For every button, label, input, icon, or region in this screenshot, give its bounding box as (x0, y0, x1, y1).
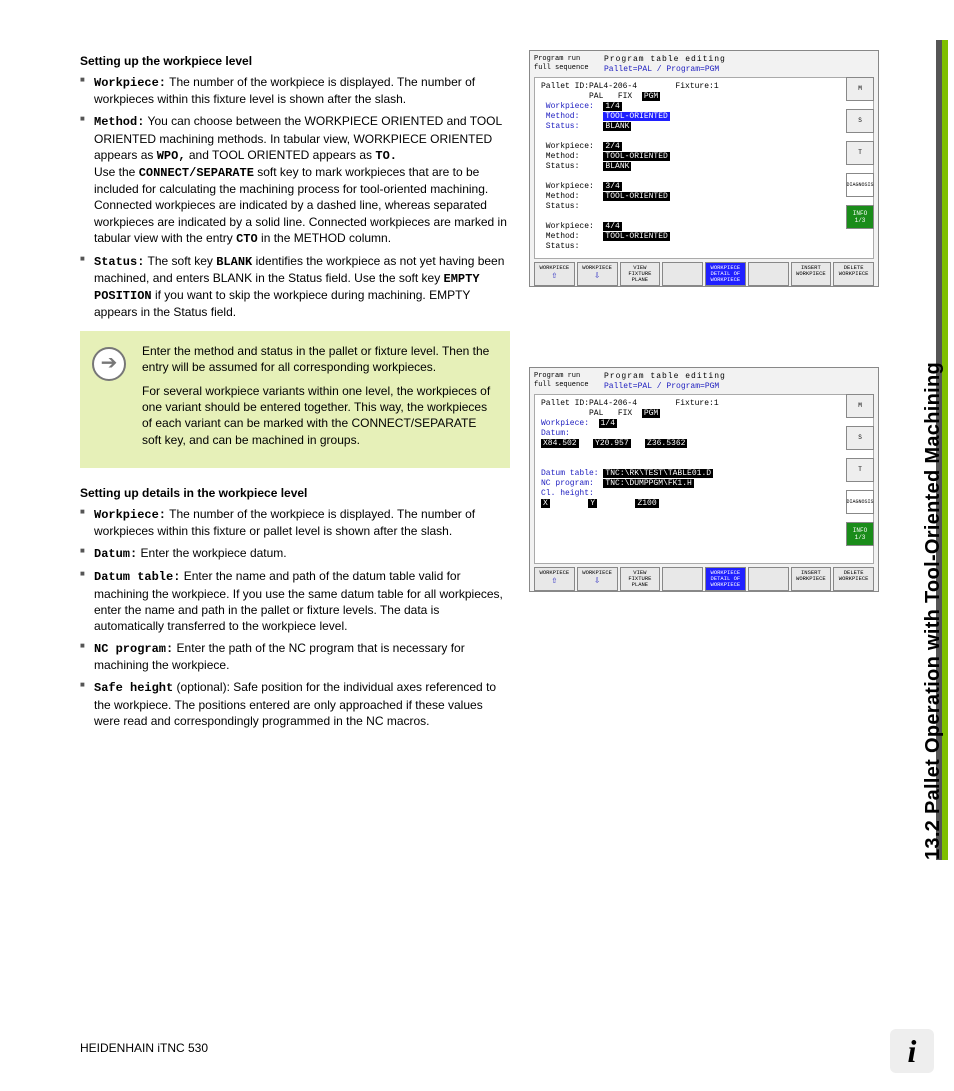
item-label: Status: (94, 255, 144, 269)
list-item: Method: You can choose between the WORKP… (80, 113, 510, 247)
softkey[interactable]: WORKPIECE⇩ (577, 262, 618, 286)
panel-body: Pallet ID:PAL4-206-4 Fixture:1 PAL FIX P… (534, 394, 874, 564)
softkey[interactable]: WORKPIECEDETAIL OFWORKPIECE (705, 262, 746, 286)
softkey[interactable] (748, 567, 789, 591)
section1-list: Workpiece: The number of the workpiece i… (80, 74, 510, 321)
method-line: Method: TOOL-ORIENTED (541, 192, 841, 202)
palfix-line: PAL FIX PGM (541, 92, 841, 102)
list-item: Datum table: Enter the name and path of … (80, 568, 510, 634)
softkey[interactable]: INSERTWORKPIECE (791, 262, 832, 286)
status-line: Status: BLANK (541, 122, 841, 132)
list-item: Status: The soft key BLANK identifies th… (80, 253, 510, 321)
softkey[interactable] (662, 262, 703, 286)
side-btn-t[interactable]: T (846, 141, 874, 165)
item-label: Workpiece: (94, 76, 166, 90)
softkey[interactable]: WORKPIECE⇧ (534, 567, 575, 591)
side-btn-s[interactable]: S (846, 109, 874, 133)
side-btn-s[interactable]: S (846, 426, 874, 450)
footer-left: HEIDENHAIN iTNC 530 (80, 1041, 208, 1055)
section2-list: Workpiece: The number of the workpiece i… (80, 506, 510, 729)
datum-table-line: Datum table: TNC:\RK\TEST\TABLE01.D (541, 469, 841, 479)
screenshot-panel-2: Program runfull sequence Program table e… (529, 367, 879, 592)
wp-line: Workpiece: 1/4 (541, 102, 841, 112)
softkey-row: WORKPIECE⇧WORKPIECE⇩VIEWFIXTUREPLANE WORK… (534, 567, 874, 591)
side-icons: M S T DIAGNOSIS INFO 1/3 (846, 77, 874, 229)
panel-subtitle: Pallet=PAL / Program=PGM (604, 382, 726, 392)
mode-label: Program runfull sequence (534, 372, 598, 392)
panel-subtitle: Pallet=PAL / Program=PGM (604, 65, 726, 75)
status-line: Status: (541, 202, 841, 212)
pallet-id-line: Pallet ID:PAL4-206-4 Fixture:1 (541, 399, 841, 409)
side-chapter-label: 13.2 Pallet Operation with Tool-Oriented… (916, 40, 948, 860)
panel-title: Program table editing (604, 55, 726, 65)
softkey[interactable]: VIEWFIXTUREPLANE (620, 567, 661, 591)
side-btn-diagnosis[interactable]: DIAGNOSIS (846, 173, 874, 197)
pallet-id-line: Pallet ID:PAL4-206-4 Fixture:1 (541, 82, 841, 92)
softkey[interactable]: WORKPIECE⇩ (577, 567, 618, 591)
wp-line: Workpiece: 2/4 (541, 142, 841, 152)
wp-line: Workpiece: 3/4 (541, 182, 841, 192)
tip-text: For several workpiece variants within on… (142, 383, 496, 448)
section2-heading: Setting up details in the workpiece leve… (80, 486, 510, 500)
panel-title: Program table editing (604, 372, 726, 382)
cl-xyz: X Y Z100 (541, 499, 841, 509)
softkey[interactable]: DELETEWORKPIECE (833, 567, 874, 591)
softkey[interactable] (748, 262, 789, 286)
list-item: NC program: Enter the path of the NC pro… (80, 640, 510, 673)
status-line: Status: (541, 242, 841, 252)
palfix-line: PAL FIX PGM (541, 409, 841, 419)
softkey-row: WORKPIECE⇧WORKPIECE⇩VIEWFIXTUREPLANE WORK… (534, 262, 874, 286)
tip-text: Enter the method and status in the palle… (142, 343, 496, 375)
cl-height-line: Cl. height: (541, 489, 841, 499)
status-line: Status: BLANK (541, 162, 841, 172)
softkey[interactable] (662, 567, 703, 591)
side-btn-m[interactable]: M (846, 77, 874, 101)
list-item: Datum: Enter the workpiece datum. (80, 545, 510, 562)
item-label: Method: (94, 115, 144, 129)
arrow-right-icon: ➔ (92, 347, 126, 381)
section1-heading: Setting up the workpiece level (80, 54, 510, 68)
method-line: Method: TOOL-ORIENTED (541, 152, 841, 162)
workpiece-rows: Workpiece: 1/4 Method: TOOL-ORIENTED Sta… (541, 102, 841, 252)
method-line: Method: TOOL-ORIENTED (541, 232, 841, 242)
list-item: Safe height (optional): Safe position fo… (80, 679, 510, 729)
method-line: Method: TOOL-ORIENTED (541, 112, 841, 122)
footer: HEIDENHAIN iTNC 530 489 (80, 1041, 914, 1055)
nc-program-line: NC program: TNC:\DUMPPGM\FK1.H (541, 479, 841, 489)
side-icons: M S T DIAGNOSIS INFO 1/3 (846, 394, 874, 546)
side-btn-diagnosis[interactable]: DIAGNOSIS (846, 490, 874, 514)
softkey[interactable]: WORKPIECE⇧ (534, 262, 575, 286)
datum-label: Datum: (541, 429, 841, 439)
side-btn-info[interactable]: INFO 1/3 (846, 205, 874, 229)
side-btn-info[interactable]: INFO 1/3 (846, 522, 874, 546)
datum-xyz: X84.502 Y20.957 Z36.5362 (541, 439, 841, 449)
softkey[interactable]: DELETEWORKPIECE (833, 262, 874, 286)
list-item: Workpiece: The number of the workpiece i… (80, 506, 510, 539)
side-btn-m[interactable]: M (846, 394, 874, 418)
wp-line: Workpiece: 4/4 (541, 222, 841, 232)
side-btn-t[interactable]: T (846, 458, 874, 482)
tip-box: ➔ Enter the method and status in the pal… (80, 331, 510, 468)
list-item: Workpiece: The number of the workpiece i… (80, 74, 510, 107)
softkey[interactable]: WORKPIECEDETAIL OFWORKPIECE (705, 567, 746, 591)
softkey[interactable]: VIEWFIXTUREPLANE (620, 262, 661, 286)
softkey[interactable]: INSERTWORKPIECE (791, 567, 832, 591)
mode-label: Program runfull sequence (534, 55, 598, 75)
screenshot-panel-1: Program runfull sequence Program table e… (529, 50, 879, 287)
panel-body: Pallet ID:PAL4-206-4 Fixture:1 PAL FIX P… (534, 77, 874, 259)
workpiece-label-line: Workpiece: 1/4 (541, 419, 841, 429)
info-icon: i (890, 1029, 934, 1073)
